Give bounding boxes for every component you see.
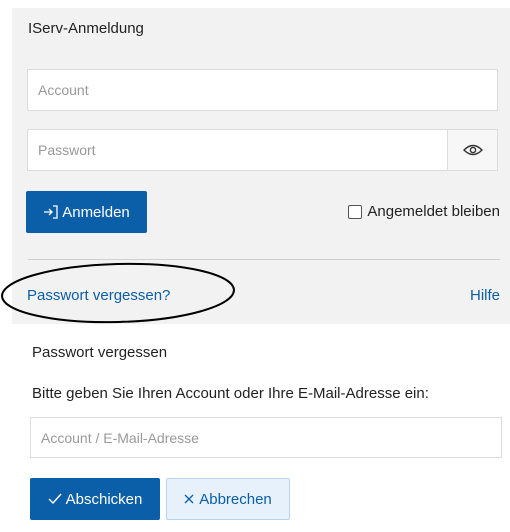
sign-in-icon bbox=[44, 205, 58, 219]
password-input[interactable]: Passwort bbox=[27, 129, 448, 171]
forgot-title: Passwort vergessen bbox=[32, 344, 168, 361]
submit-button-label: Abschicken bbox=[65, 490, 143, 508]
remember-label: Angemeldet bleiben bbox=[367, 203, 500, 220]
submit-button[interactable]: Abschicken bbox=[30, 478, 160, 520]
cancel-button[interactable]: Abbrechen bbox=[166, 478, 290, 520]
close-icon bbox=[184, 494, 194, 504]
forgot-instruction: Bitte geben Sie Ihren Account oder Ihre … bbox=[32, 385, 429, 402]
eye-icon bbox=[462, 144, 483, 156]
check-icon bbox=[48, 493, 62, 505]
account-placeholder: Account bbox=[38, 82, 89, 98]
login-button-label: Anmelden bbox=[62, 203, 130, 221]
annotation-ellipse bbox=[1, 262, 235, 324]
remember-checkbox[interactable] bbox=[348, 204, 363, 219]
account-email-input[interactable]: Account / E-Mail-Adresse bbox=[30, 417, 502, 458]
email-placeholder: Account / E-Mail-Adresse bbox=[41, 429, 199, 446]
login-title: IServ-Anmeldung bbox=[28, 20, 144, 37]
account-input[interactable]: Account bbox=[27, 69, 498, 111]
forgot-password-panel: Passwort vergessen Bitte geben Sie Ihren… bbox=[0, 324, 510, 532]
help-link[interactable]: Hilfe bbox=[470, 287, 500, 304]
show-password-button[interactable] bbox=[448, 129, 498, 171]
remember-me[interactable]: Angemeldet bleiben bbox=[348, 203, 500, 220]
password-placeholder: Passwort bbox=[38, 142, 96, 158]
cancel-button-label: Abbrechen bbox=[199, 490, 272, 508]
login-button[interactable]: Anmelden bbox=[26, 191, 147, 233]
